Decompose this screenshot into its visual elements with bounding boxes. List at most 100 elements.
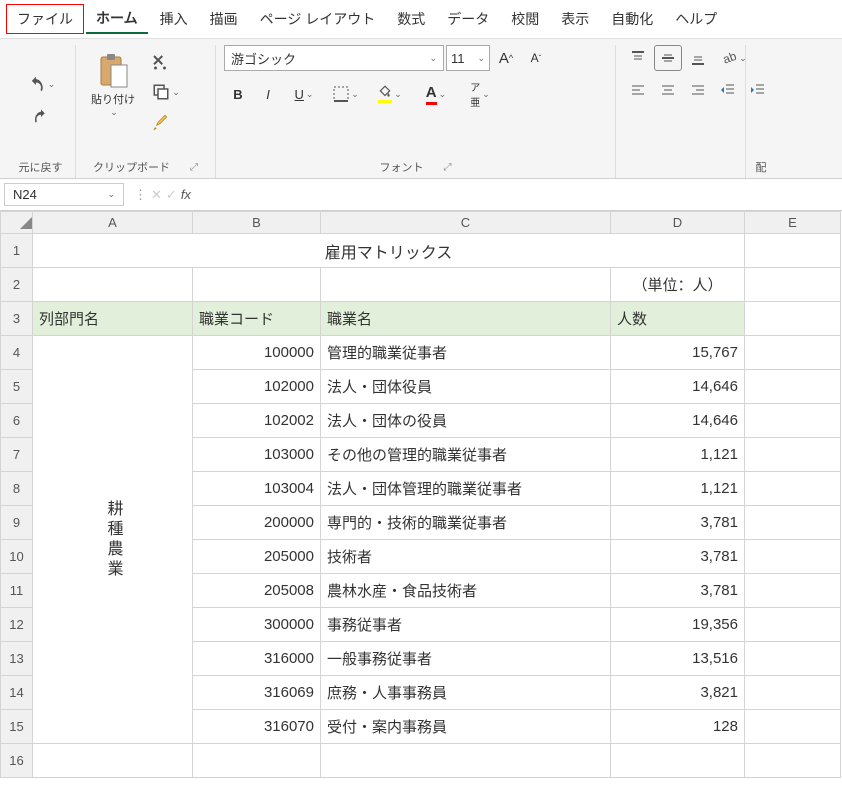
menu-formulas[interactable]: 数式 <box>387 5 435 33</box>
italic-button[interactable]: I <box>254 81 282 107</box>
name-box[interactable]: N24⌄ <box>4 183 124 206</box>
cell[interactable]: 法人・団体の役員 <box>321 404 611 438</box>
cell-title[interactable]: 雇用マトリックス <box>33 234 745 268</box>
cell[interactable]: 13,516 <box>611 642 745 676</box>
row-header[interactable]: 4 <box>1 336 33 370</box>
cut-button[interactable] <box>146 49 174 75</box>
col-header-e[interactable]: E <box>745 212 841 234</box>
menu-help[interactable]: ヘルプ <box>665 5 727 33</box>
undo-button[interactable]: ⌄ <box>18 72 64 98</box>
menu-home[interactable]: ホーム <box>86 4 148 34</box>
bold-button[interactable]: B <box>224 81 252 107</box>
menu-data[interactable]: データ <box>437 5 499 33</box>
row-header[interactable]: 5 <box>1 370 33 404</box>
cell[interactable]: 法人・団体役員 <box>321 370 611 404</box>
col-header-c[interactable]: C <box>321 212 611 234</box>
cell[interactable]: 技術者 <box>321 540 611 574</box>
col-header-a[interactable]: A <box>33 212 193 234</box>
cell[interactable]: 1,121 <box>611 438 745 472</box>
cell[interactable]: 316069 <box>193 676 321 710</box>
align-left-button[interactable] <box>624 77 652 103</box>
cell[interactable]: 専門的・技術的職業従事者 <box>321 506 611 540</box>
row-header[interactable]: 3 <box>1 302 33 336</box>
cell[interactable]: 3,781 <box>611 540 745 574</box>
spreadsheet-grid[interactable]: A B C D E 1 雇用マトリックス 2 （単位：人） 3 列部門名 職業コ… <box>0 211 841 778</box>
menu-file[interactable]: ファイル <box>6 4 84 34</box>
cell[interactable]: 128 <box>611 710 745 744</box>
cell[interactable]: 14,646 <box>611 404 745 438</box>
row-header[interactable]: 8 <box>1 472 33 506</box>
enter-formula-icon[interactable]: ✓ <box>166 187 177 203</box>
row-header[interactable]: 12 <box>1 608 33 642</box>
clipboard-expand-icon[interactable]: ⤢ <box>190 162 198 173</box>
cell[interactable]: 103004 <box>193 472 321 506</box>
cell[interactable]: 205000 <box>193 540 321 574</box>
cell-dept[interactable]: 耕種農業 <box>33 336 193 744</box>
row-header[interactable]: 16 <box>1 744 33 778</box>
cell[interactable]: 3,781 <box>611 574 745 608</box>
copy-button[interactable]: ⌄ <box>146 79 186 105</box>
cell[interactable]: 1,121 <box>611 472 745 506</box>
cell[interactable]: 316070 <box>193 710 321 744</box>
cell[interactable]: その他の管理的職業従事者 <box>321 438 611 472</box>
row-header[interactable]: 6 <box>1 404 33 438</box>
cell-header[interactable]: 列部門名 <box>33 302 193 336</box>
cell[interactable]: 205008 <box>193 574 321 608</box>
cell[interactable]: 103000 <box>193 438 321 472</box>
select-all-corner[interactable] <box>1 212 33 234</box>
cell[interactable]: 300000 <box>193 608 321 642</box>
cell[interactable]: 農林水産・食品技術者 <box>321 574 611 608</box>
row-header[interactable]: 15 <box>1 710 33 744</box>
row-header[interactable]: 1 <box>1 234 33 268</box>
cell[interactable]: 受付・案内事務員 <box>321 710 611 744</box>
cell-header[interactable]: 人数 <box>611 302 745 336</box>
cell[interactable]: 14,646 <box>611 370 745 404</box>
align-middle-button[interactable] <box>654 45 682 71</box>
cell[interactable]: 庶務・人事事務員 <box>321 676 611 710</box>
format-painter-button[interactable] <box>146 109 174 135</box>
phonetic-guide-button[interactable]: ア亜⌄ <box>460 81 500 107</box>
cell[interactable]: 100000 <box>193 336 321 370</box>
increase-font-button[interactable]: A^ <box>492 45 520 71</box>
fx-icon[interactable]: fx <box>181 187 191 202</box>
cell[interactable]: 3,821 <box>611 676 745 710</box>
row-header[interactable]: 9 <box>1 506 33 540</box>
row-header[interactable]: 13 <box>1 642 33 676</box>
cell[interactable]: 一般事務従事者 <box>321 642 611 676</box>
cell[interactable]: 102000 <box>193 370 321 404</box>
cell[interactable]: 事務従事者 <box>321 608 611 642</box>
cell[interactable]: 3,781 <box>611 506 745 540</box>
underline-button[interactable]: U⌄ <box>284 81 324 107</box>
formula-input[interactable] <box>197 182 842 208</box>
col-header-d[interactable]: D <box>611 212 745 234</box>
align-right-button[interactable] <box>684 77 712 103</box>
redo-button[interactable] <box>27 104 55 130</box>
row-header[interactable]: 10 <box>1 540 33 574</box>
row-header[interactable]: 2 <box>1 268 33 302</box>
row-header[interactable]: 7 <box>1 438 33 472</box>
border-button[interactable]: ⌄ <box>326 81 366 107</box>
decrease-indent-button[interactable] <box>714 77 742 103</box>
cell[interactable]: 102002 <box>193 404 321 438</box>
row-header[interactable]: 14 <box>1 676 33 710</box>
cell[interactable]: 法人・団体管理的職業従事者 <box>321 472 611 506</box>
cell-header[interactable]: 職業コード <box>193 302 321 336</box>
align-top-button[interactable] <box>624 45 652 71</box>
cell-header[interactable]: 職業名 <box>321 302 611 336</box>
align-center-button[interactable] <box>654 77 682 103</box>
align-bottom-button[interactable] <box>684 45 712 71</box>
cell[interactable]: 19,356 <box>611 608 745 642</box>
menu-review[interactable]: 校閲 <box>501 5 549 33</box>
cell[interactable]: 316000 <box>193 642 321 676</box>
cell[interactable] <box>745 234 841 268</box>
paste-button[interactable]: 貼り付け ⌄ <box>84 45 142 125</box>
more-icon[interactable]: ⋮ <box>134 187 147 203</box>
cell-unit[interactable]: （単位：人） <box>611 268 745 302</box>
decrease-font-button[interactable]: Aˇ <box>522 45 550 71</box>
menu-automate[interactable]: 自動化 <box>601 5 663 33</box>
cancel-formula-icon[interactable]: ✕ <box>151 187 162 203</box>
font-size-select[interactable]: 11⌄ <box>446 45 490 71</box>
font-name-select[interactable]: 游ゴシック⌄ <box>224 45 444 71</box>
cell[interactable]: 15,767 <box>611 336 745 370</box>
cell[interactable]: 200000 <box>193 506 321 540</box>
